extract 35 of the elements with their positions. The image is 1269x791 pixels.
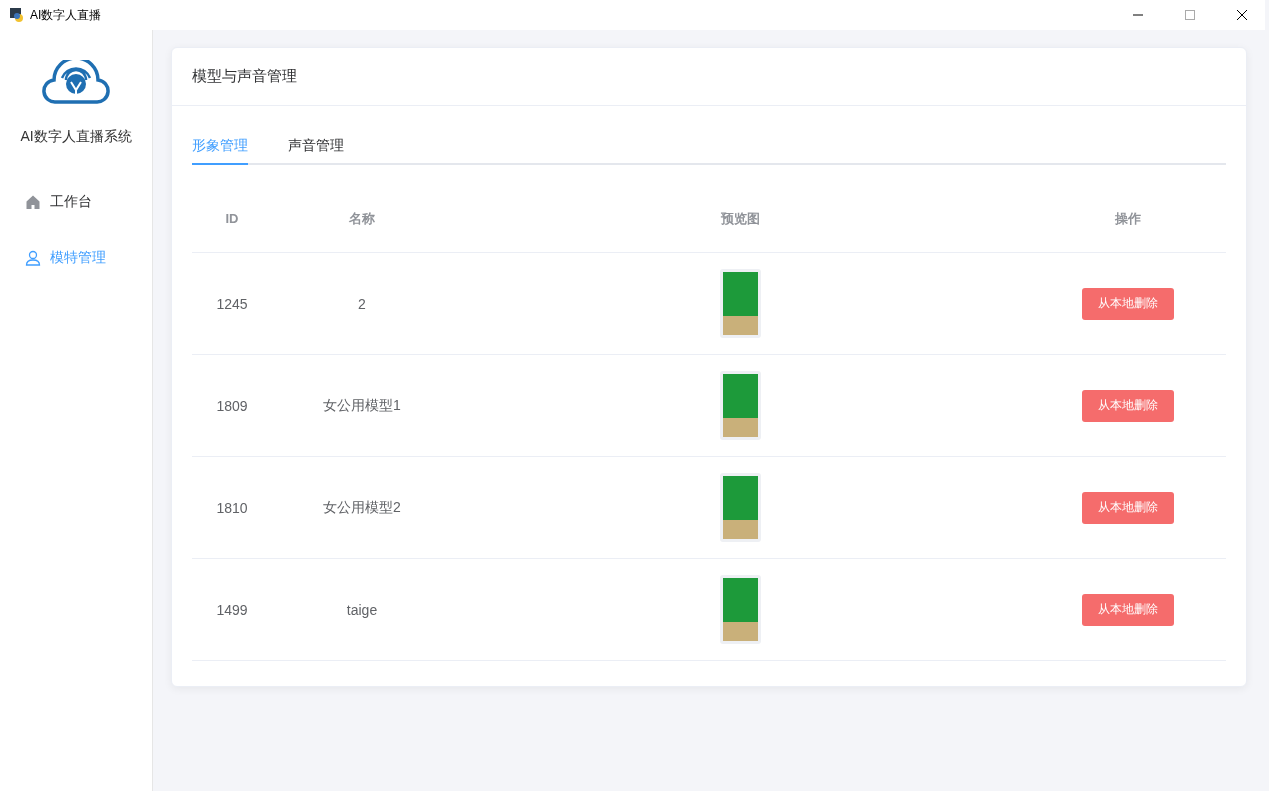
app-name: AI数字人直播系统	[20, 128, 132, 146]
tab[interactable]: 形象管理	[192, 126, 248, 165]
column-header: 名称	[348, 209, 376, 228]
cloud-logo	[42, 60, 110, 104]
delete-button[interactable]: 从本地删除	[1081, 389, 1174, 422]
nav-label: 模特管理	[50, 249, 106, 267]
table-cell-text: 女公用模型2	[322, 498, 402, 517]
nav-item[interactable]: 模特管理	[0, 230, 152, 286]
photo-placeholder	[720, 575, 761, 644]
app-icon	[10, 8, 24, 22]
tab[interactable]: 声音管理	[288, 126, 344, 165]
column-header: 预览图	[720, 209, 761, 228]
maximize-icon[interactable]	[1184, 9, 1196, 21]
window-title: AI数字人直播	[30, 6, 103, 24]
column-header: 操作	[1113, 209, 1142, 228]
table-cell-text: 1810	[215, 499, 249, 516]
photo-placeholder	[720, 473, 761, 542]
photo-placeholder	[720, 269, 761, 338]
table-cell-text: 2	[357, 295, 367, 312]
table-cell-text: 1499	[215, 601, 249, 618]
table-cell-text: 1809	[215, 397, 249, 414]
nav-label: 工作台	[50, 193, 92, 211]
user-icon	[25, 250, 41, 266]
column-header: ID	[224, 211, 240, 226]
table-cell-text: 1245	[215, 295, 249, 312]
delete-button[interactable]: 从本地删除	[1081, 287, 1174, 320]
table-cell-text: 女公用模型1	[322, 396, 402, 415]
close-icon[interactable]	[1236, 9, 1248, 21]
delete-button[interactable]: 从本地删除	[1081, 491, 1174, 524]
photo-placeholder	[720, 371, 761, 440]
card-title: 模型与声音管理	[192, 67, 297, 86]
delete-button[interactable]: 从本地删除	[1081, 593, 1174, 626]
table-cell-text: taige	[345, 601, 379, 618]
nav-item[interactable]: 工作台	[0, 174, 152, 230]
home-icon	[25, 194, 41, 210]
